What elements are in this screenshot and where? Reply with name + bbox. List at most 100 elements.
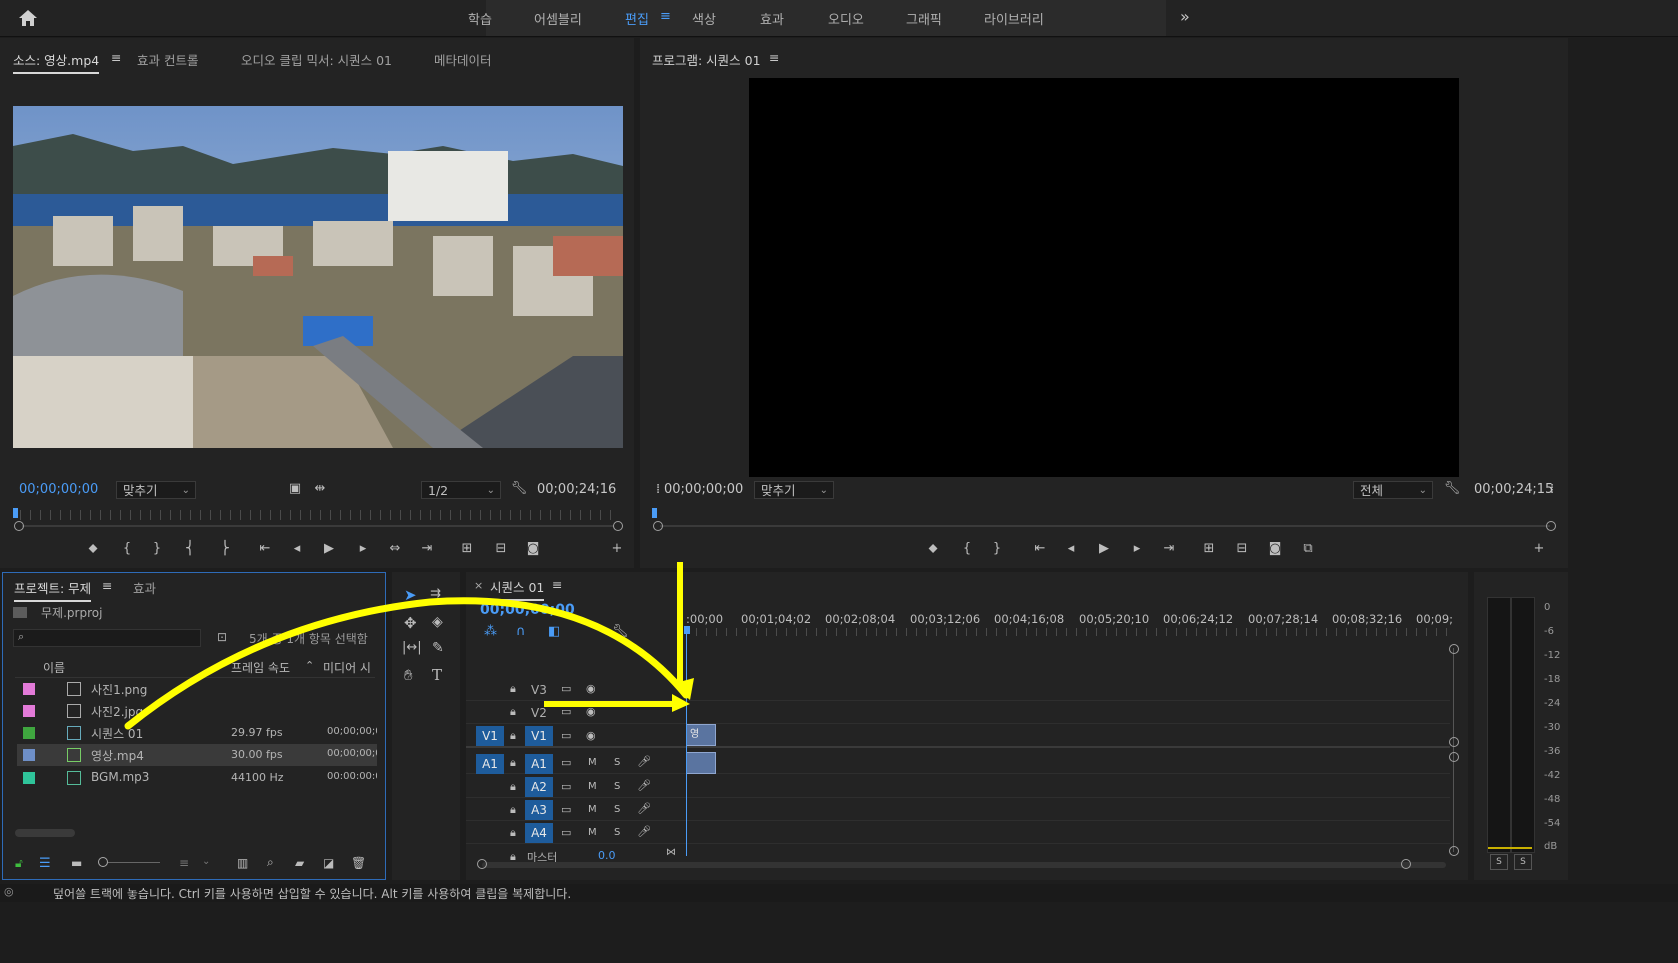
program-timecode[interactable]: 00;00;00;00 [664, 482, 743, 497]
sync-lock-icon[interactable]: ▭ [561, 826, 571, 839]
plus-icon[interactable]: + [1530, 541, 1548, 556]
eye-icon[interactable]: ◉ [586, 729, 596, 742]
comparison-view-icon[interactable]: ⧉ [1299, 541, 1317, 556]
marker-icon[interactable]: ⬥ [924, 541, 942, 556]
lock-icon[interactable]: 🔓︎ [15, 856, 23, 871]
home-icon[interactable] [18, 9, 38, 27]
plus-icon[interactable]: + [608, 541, 626, 556]
timeline-vertical-scrollbar[interactable] [1453, 648, 1454, 852]
track-target-v1[interactable]: V1 [525, 726, 553, 746]
list-item[interactable]: 사진1.png [17, 678, 377, 700]
go-to-out-icon[interactable]: ⇥ [418, 541, 436, 556]
scroll-handle[interactable] [1449, 737, 1459, 747]
play-icon[interactable]: ▶ [1095, 541, 1113, 556]
source-fit-dropdown[interactable]: 맞추기 ⌄ [116, 481, 196, 499]
step-forward-icon[interactable]: ▸ [1128, 541, 1146, 556]
program-fit-dropdown[interactable]: 맞추기 ⌄ [754, 481, 834, 499]
tab-source[interactable]: 소스: 영상.mp4 [13, 50, 100, 74]
mic-icon[interactable]: 🎤︎ [637, 825, 651, 838]
column-name[interactable]: 이름 [43, 659, 65, 676]
insert-icon[interactable]: ⊞ [458, 541, 476, 556]
track-target-a1[interactable]: A1 [525, 754, 553, 774]
mark-in-icon[interactable]: { [118, 541, 136, 556]
pen-icon[interactable]: ✎ [432, 640, 444, 656]
list-item[interactable]: 사진2.jpg [17, 700, 377, 722]
tab-effect-controls[interactable]: 효과 컨트롤 [137, 50, 198, 69]
drag-video-icon[interactable]: ⇹ [311, 481, 329, 496]
source-timecode[interactable]: 00;00;00;00 [19, 482, 98, 497]
scroll-handle[interactable] [1449, 752, 1459, 762]
mute-button[interactable]: M [588, 757, 597, 768]
workspace-tab-edit[interactable]: 편집 [625, 9, 649, 28]
lock-icon[interactable]: 🔒︎ [510, 803, 516, 817]
lift-icon[interactable]: ⊞ [1200, 541, 1218, 556]
mic-icon[interactable]: 🎤︎ [637, 755, 651, 768]
source-zoom-handle-right[interactable] [613, 521, 623, 531]
source-playhead[interactable] [13, 508, 18, 518]
mute-button[interactable]: M [588, 804, 597, 815]
go-to-end-icon[interactable]: ⋈ [666, 847, 676, 858]
slip-icon[interactable]: |↔| [402, 640, 422, 655]
nest-icon[interactable]: ⁂ [484, 624, 497, 639]
source-patch-v1[interactable]: V1 [476, 726, 504, 746]
solo-button[interactable]: S [614, 827, 620, 838]
track-select-icon[interactable]: ⇉ [430, 586, 441, 601]
linked-selection-icon[interactable]: ◧ [548, 624, 560, 639]
track-label-v2[interactable]: V2 [531, 706, 547, 720]
trash-icon[interactable]: 🗑︎ [351, 856, 366, 870]
track-target-a3[interactable]: A3 [525, 800, 553, 820]
mute-button[interactable]: M [588, 781, 597, 792]
program-resolution-dropdown[interactable]: 전체 ⌄ [1353, 481, 1433, 499]
source-resolution-dropdown[interactable]: 1/2 ⌄ [421, 481, 501, 499]
marker-icon[interactable]: ⬥ [84, 541, 102, 556]
workspace-menu-icon[interactable]: ≡ [660, 9, 671, 24]
source-time-ruler[interactable] [20, 510, 618, 520]
sync-lock-icon[interactable]: ▭ [561, 729, 571, 742]
timeline-time-ruler[interactable] [686, 628, 1448, 636]
workspace-tab-effects[interactable]: 효과 [760, 9, 784, 28]
lock-icon[interactable]: 🔒︎ [510, 756, 516, 770]
lock-icon[interactable]: 🔒︎ [510, 705, 516, 719]
step-back-icon[interactable]: ◂ [1062, 541, 1080, 556]
folder-icon[interactable]: ▰ [295, 856, 304, 870]
lock-icon[interactable]: 🔒︎ [510, 682, 516, 696]
program-menu-icon[interactable]: ≡ [769, 50, 779, 65]
text-icon[interactable]: T [432, 666, 442, 684]
list-item[interactable]: 시퀀스 01 29.97 fps 00;00;00;0 [17, 722, 377, 744]
go-to-in-icon[interactable]: ⇤ [1031, 541, 1049, 556]
source-zoom-handle-left[interactable] [14, 521, 24, 531]
mark-in-icon[interactable]: { [958, 541, 976, 556]
sync-lock-icon[interactable]: ▭ [561, 705, 571, 718]
solo-button[interactable]: S [614, 781, 620, 792]
track-target-a4[interactable]: A4 [525, 823, 553, 843]
video-clip-ghost[interactable]: 영 [686, 724, 716, 746]
workspace-tab-graphics[interactable]: 그래픽 [906, 9, 942, 28]
tab-program[interactable]: 프로그램: 시퀀스 01 [652, 50, 761, 69]
workspace-tab-libraries[interactable]: 라이브러리 [984, 9, 1044, 28]
razor-icon[interactable]: ◈ [432, 614, 443, 630]
mic-icon[interactable]: 🎤︎ [637, 802, 651, 815]
program-zoom-bar[interactable] [660, 525, 1550, 527]
play-in-to-out-icon[interactable]: ⇔ [386, 541, 404, 556]
master-volume-value[interactable]: 0.0 [598, 849, 616, 862]
overwrite-icon[interactable]: ⊟ [492, 541, 510, 556]
workspace-tab-learn[interactable]: 학습 [468, 9, 492, 28]
program-playhead[interactable] [652, 508, 657, 518]
workspace-tab-assembly[interactable]: 어셈블리 [534, 9, 582, 28]
go-to-out-icon[interactable]: ⇥ [1160, 541, 1178, 556]
selection-icon[interactable]: ➤ [404, 586, 417, 604]
mute-button[interactable]: M [588, 827, 597, 838]
list-item[interactable]: BGM.mp3 44100 Hz 00:00:00:0 [17, 767, 377, 789]
sync-lock-icon[interactable]: ▭ [561, 756, 571, 769]
magnet-icon[interactable]: ∩ [516, 624, 526, 639]
close-icon[interactable]: × [474, 579, 483, 592]
source-patch-a1[interactable]: A1 [476, 754, 504, 774]
program-zoom-handle-right[interactable] [1546, 521, 1556, 531]
audio-clip-ghost[interactable] [686, 752, 716, 774]
scroll-handle-right[interactable] [1401, 859, 1411, 869]
step-back-icon[interactable]: ◂ [288, 541, 306, 556]
project-horizontal-scrollbar[interactable] [15, 829, 75, 837]
scroll-handle[interactable] [1449, 644, 1459, 654]
workspace-more-icon[interactable]: » [1180, 7, 1190, 26]
zoom-slider-track[interactable] [108, 862, 160, 863]
